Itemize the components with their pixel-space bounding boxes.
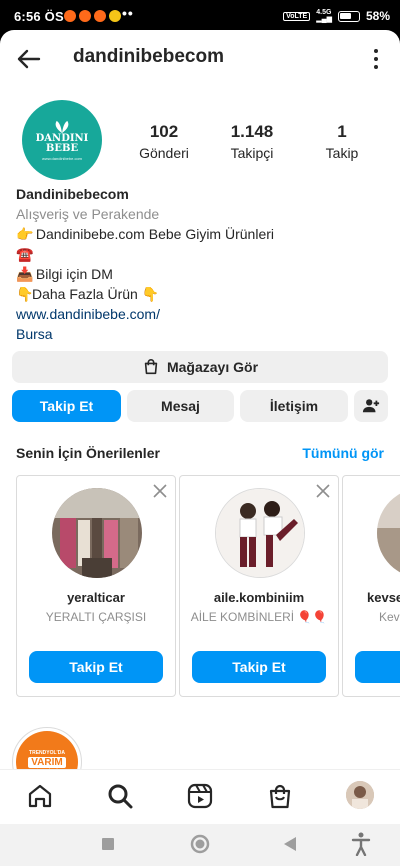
volte-icon: VoLTE — [283, 11, 311, 21]
avatar-logo-subtext: www.dandinibebe.com — [41, 155, 83, 161]
suggest-users-button[interactable] — [354, 390, 388, 422]
profile-bio: Dandinibebecom Alışveriş ve Perakende 👉 … — [16, 184, 386, 344]
home-button-icon[interactable] — [190, 834, 210, 859]
suggestion-avatar[interactable] — [52, 488, 142, 578]
coin-notification-icon — [109, 10, 121, 22]
suggestion-follow-button[interactable]: Takip Et — [29, 651, 163, 683]
status-bar: 6:56 ÖS •• VoLTE 4.5G ▂▄▆ 58% — [0, 0, 400, 34]
suggestion-card[interactable]: yeralticar YERALTI ÇARŞISI Takip Et — [16, 475, 176, 697]
see-all-link[interactable]: Tümünü gör — [302, 445, 384, 461]
posts-label: Gönderi — [139, 145, 189, 161]
home-icon[interactable] — [26, 782, 54, 810]
posts-stat[interactable]: 102 Gönderi — [124, 122, 204, 161]
recent-apps-icon[interactable] — [101, 837, 115, 856]
display-name: Dandinibebecom — [16, 186, 129, 202]
suggestion-fullname: AİLE KOMBİNLERİ 🎈🎈 — [190, 610, 328, 624]
bio-line: 👉 Dandinibebe.com Bebe Giyim Ürünleri — [16, 226, 274, 242]
bio-line: 📥 Bilgi için DM — [16, 266, 113, 282]
suggestion-card[interactable]: kevse Kev T — [342, 475, 400, 697]
followers-stat[interactable]: 1.148 Takipçi — [212, 122, 292, 161]
notification-icons — [64, 10, 121, 22]
view-shop-button[interactable]: Mağazayı Gör — [12, 351, 388, 383]
avatar-logo-text: DANDINI BEBE — [35, 132, 89, 154]
bio-line: 👇Daha Fazla Ürün 👇 — [16, 286, 160, 302]
followers-label: Takipçi — [230, 145, 274, 161]
back-button-icon[interactable] — [283, 836, 297, 857]
profile-username: dandinibebecom — [73, 46, 224, 67]
accessibility-icon[interactable] — [351, 832, 371, 861]
highlight-line1: TRENDYOL'DA — [29, 749, 65, 756]
suggestion-username: yeralticar — [67, 590, 125, 605]
bio-line: ☎️ — [16, 244, 386, 264]
back-arrow-icon[interactable] — [14, 44, 44, 74]
contact-button[interactable]: İletişim — [240, 390, 348, 422]
suggestions-title: Senin İçin Önerilenler — [16, 445, 160, 461]
signal-icon: 4.5G ▂▄▆ — [316, 9, 332, 23]
view-shop-label: Mağazayı Gör — [166, 359, 259, 375]
bottom-tab-bar — [0, 769, 400, 824]
posts-count: 102 — [149, 122, 179, 141]
app-notification-icon — [79, 10, 91, 22]
top-bar: dandinibebecom — [0, 30, 400, 86]
suggestion-card[interactable]: aile.kombiniim AİLE KOMBİNLERİ 🎈🎈 Takip … — [179, 475, 339, 697]
telephone-icon: ☎️ — [16, 246, 34, 262]
pointing-down-icon: 👇 — [141, 286, 160, 302]
following-stat[interactable]: 1 Takip — [302, 122, 382, 161]
website-link[interactable]: www.dandinibebe.com/ — [16, 304, 386, 324]
add-user-icon — [362, 399, 380, 413]
inbox-icon: 📥 — [16, 266, 34, 282]
search-icon[interactable] — [106, 782, 134, 810]
following-count: 1 — [337, 122, 347, 141]
app-notification-icon — [64, 10, 76, 22]
suggestion-follow-button[interactable]: T — [355, 651, 400, 683]
pointing-down-icon: 👇 — [16, 286, 34, 302]
profile-category: Alışveriş ve Perakende — [16, 206, 160, 222]
follow-button[interactable]: Takip Et — [12, 390, 121, 422]
shop-icon[interactable] — [266, 782, 294, 810]
following-label: Takip — [325, 145, 359, 161]
suggestion-follow-button[interactable]: Takip Et — [192, 651, 326, 683]
system-navigation-bar — [0, 824, 400, 866]
suggestion-avatar[interactable] — [215, 488, 305, 578]
status-time: 6:56 ÖS — [14, 9, 64, 24]
more-options-icon[interactable] — [372, 47, 380, 71]
leaf-logo-icon — [55, 120, 69, 133]
suggestion-username: kevse — [367, 590, 400, 605]
highlight-line2: VARIM — [28, 756, 66, 768]
dismiss-suggestion-icon[interactable] — [316, 484, 330, 498]
profile-avatar[interactable]: DANDINI BEBE www.dandinibebe.com — [22, 100, 102, 180]
more-notifications-dots: •• — [122, 5, 134, 21]
battery-percent: 58% — [365, 9, 390, 23]
message-button[interactable]: Mesaj — [127, 390, 234, 422]
suggestion-fullname: Kev — [379, 610, 400, 624]
reels-icon[interactable] — [186, 782, 214, 810]
instagram-profile-screen: dandinibebecom DANDINI BEBE www.dandinib… — [0, 30, 400, 824]
profile-tab-avatar[interactable] — [346, 781, 374, 809]
dismiss-suggestion-icon[interactable] — [153, 484, 167, 498]
pointing-right-icon: 👉 — [16, 226, 34, 242]
battery-icon — [337, 10, 360, 22]
shopping-bag-icon — [144, 359, 158, 375]
suggestion-username: aile.kombiniim — [213, 590, 305, 605]
suggestion-fullname: YERALTI ÇARŞISI — [45, 610, 147, 624]
app-notification-icon — [94, 10, 106, 22]
suggestion-avatar[interactable] — [377, 488, 400, 578]
followers-count: 1.148 — [230, 122, 274, 141]
location-link[interactable]: Bursa — [16, 324, 386, 344]
